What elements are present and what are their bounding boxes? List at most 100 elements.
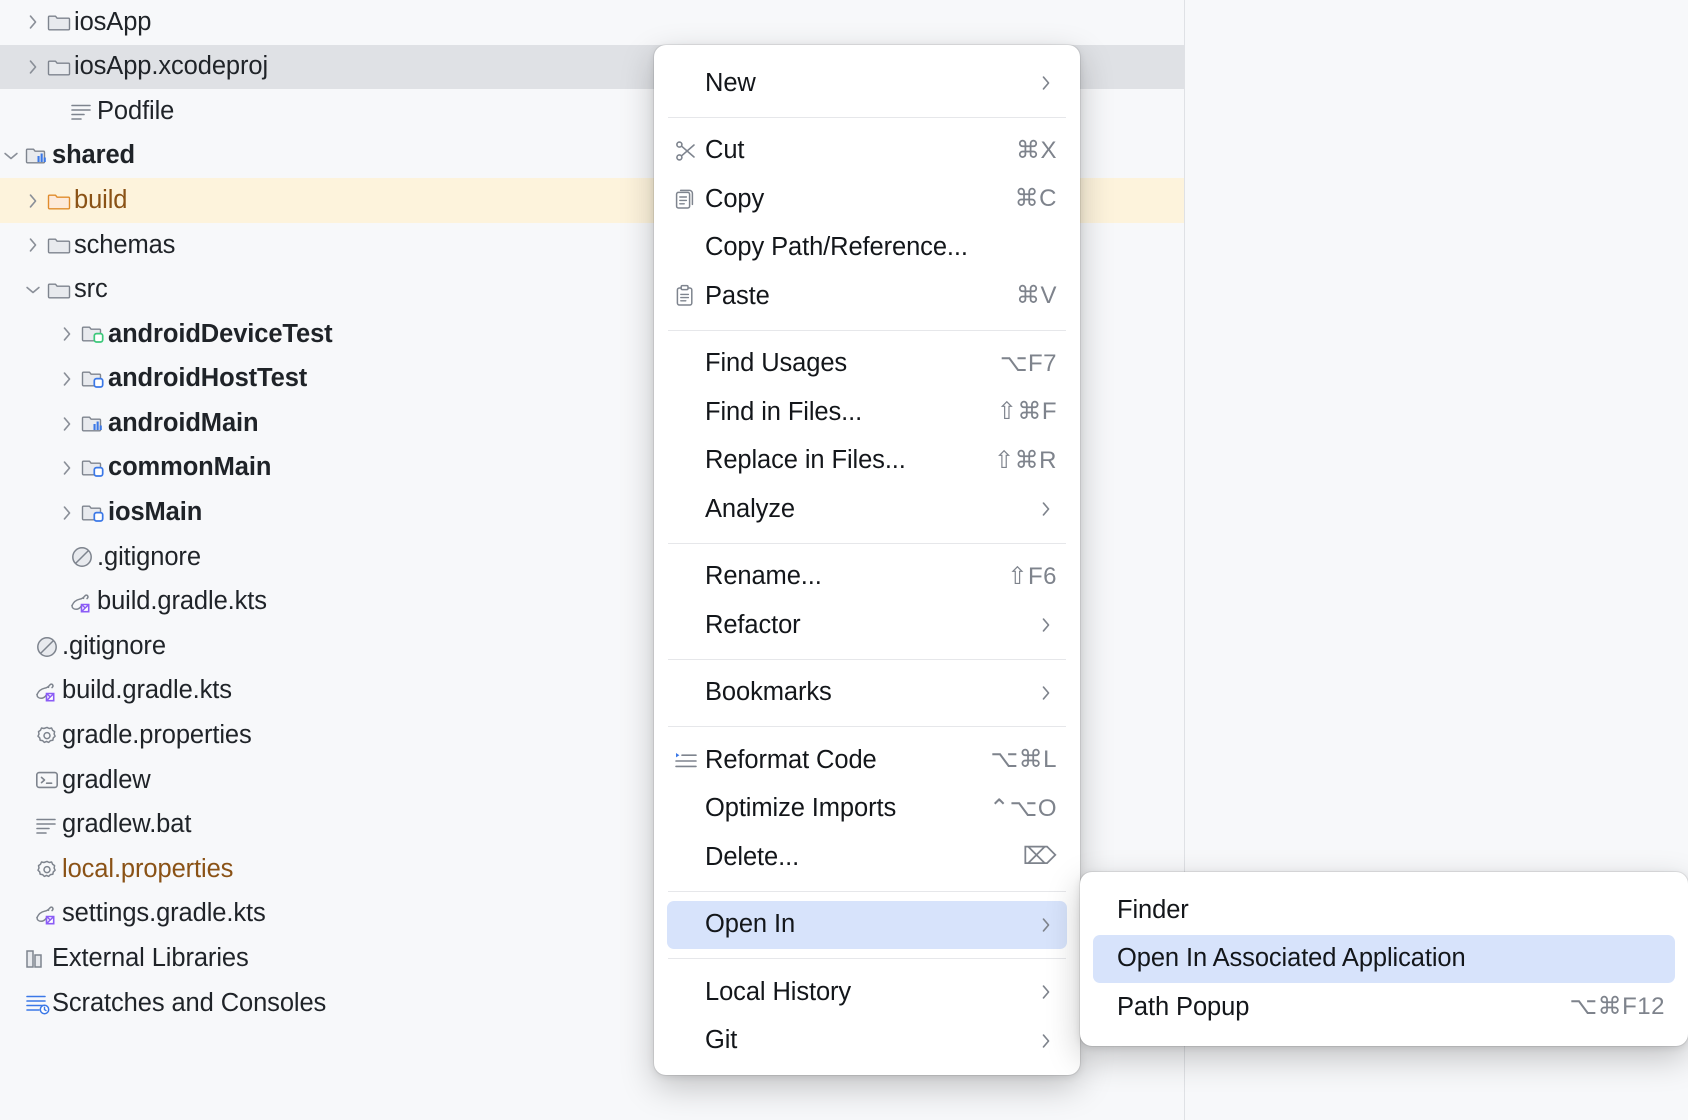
open-in-submenu[interactable]: FinderOpen In Associated ApplicationPath… — [1080, 872, 1688, 1046]
menu-item[interactable]: Optimize Imports⌃⌥O — [667, 785, 1067, 834]
menu-item[interactable]: Open In Associated Application — [1093, 935, 1675, 984]
tree-indent — [0, 557, 45, 558]
menu-item-shortcut: ⌘V — [1016, 284, 1057, 308]
menu-item[interactable]: Find Usages⌥F7 — [667, 340, 1067, 389]
tree-item-label: iosApp — [74, 10, 151, 36]
tree-arrow-placeholder — [45, 100, 67, 122]
tree-item-label: iosMain — [108, 500, 202, 526]
tree-indent — [0, 334, 56, 335]
menu-item-label: Cut — [705, 138, 1016, 164]
tree-arrow-placeholder — [10, 725, 32, 747]
tree-item-label: commonMain — [108, 455, 271, 481]
tree-indent — [0, 111, 45, 112]
menu-separator — [668, 958, 1066, 959]
tree-arrow-placeholder — [10, 636, 32, 658]
gradle-kotlin-icon — [32, 678, 62, 704]
menu-item[interactable]: Analyze — [667, 485, 1067, 534]
menu-item-label: Find in Files... — [705, 400, 997, 426]
tree-item-label: schemas — [74, 233, 175, 259]
chevron-right-icon[interactable] — [22, 11, 44, 33]
chevron-right-icon[interactable] — [56, 368, 78, 390]
chevron-down-icon[interactable] — [22, 279, 44, 301]
menu-item[interactable]: Find in Files...⇧⌘F — [667, 388, 1067, 437]
menu-item-label: Paste — [705, 284, 1016, 310]
module-folder-icon — [22, 143, 52, 169]
menu-item[interactable]: Finder — [1093, 886, 1675, 935]
menu-item[interactable]: Replace in Files...⇧⌘R — [667, 437, 1067, 486]
tree-item-label: build.gradle.kts — [62, 678, 232, 704]
chevron-right-icon[interactable] — [56, 457, 78, 479]
tree-indent — [0, 245, 22, 246]
menu-item[interactable]: Path Popup⌥⌘F12 — [1093, 983, 1675, 1032]
menu-item-label: Bookmarks — [705, 680, 1035, 706]
properties-gear-icon — [32, 723, 62, 749]
menu-item[interactable]: Paste⌘V — [667, 272, 1067, 321]
menu-item[interactable]: Cut⌘X — [667, 127, 1067, 176]
tree-arrow-placeholder — [10, 680, 32, 702]
tree-item-label: build — [74, 188, 127, 214]
menu-icon-placeholder — [667, 912, 705, 938]
tree-indent — [0, 646, 10, 647]
menu-item[interactable]: New — [667, 59, 1067, 108]
menu-item-label: Refactor — [705, 613, 1035, 639]
menu-icon-placeholder — [667, 351, 705, 377]
tree-arrow-placeholder — [45, 546, 67, 568]
menu-item[interactable]: Git — [667, 1017, 1067, 1066]
menu-item[interactable]: Local History — [667, 968, 1067, 1017]
tree-indent — [0, 512, 56, 513]
scissors-icon — [667, 138, 705, 164]
tree-item-label: shared — [52, 143, 135, 169]
tree-row[interactable]: iosApp — [0, 0, 1185, 45]
tree-indent — [0, 22, 22, 23]
tree-item-label: src — [74, 277, 108, 303]
chevron-down-icon[interactable] — [0, 145, 22, 167]
menu-item[interactable]: Copy Path/Reference... — [667, 224, 1067, 273]
tree-arrow-placeholder — [0, 948, 22, 970]
chevron-right-icon[interactable] — [56, 323, 78, 345]
menu-separator — [668, 330, 1066, 331]
menu-item-shortcut: ⌃⌥O — [989, 797, 1057, 821]
menu-icon-placeholder — [667, 796, 705, 822]
tree-indent — [0, 780, 10, 781]
text-file-icon — [67, 98, 97, 124]
chevron-right-icon[interactable] — [22, 234, 44, 256]
menu-item[interactable]: Copy⌘C — [667, 175, 1067, 224]
gitignore-icon — [32, 634, 62, 660]
menu-item[interactable]: Rename...⇧F6 — [667, 553, 1067, 602]
menu-item[interactable]: Delete...⌦ — [667, 833, 1067, 882]
chevron-right-icon[interactable] — [56, 413, 78, 435]
tree-indent — [0, 289, 22, 290]
tree-item-label: settings.gradle.kts — [62, 901, 266, 927]
tree-arrow-placeholder — [10, 814, 32, 836]
tree-indent — [0, 379, 56, 380]
menu-item-shortcut: ⇧⌘R — [994, 449, 1057, 473]
tree-arrow-placeholder — [0, 992, 22, 1014]
menu-item-shortcut: ⌘X — [1016, 139, 1057, 163]
menu-icon-placeholder — [1093, 958, 1117, 959]
menu-icon-placeholder — [667, 235, 705, 261]
tree-indent — [0, 200, 22, 201]
menu-item-shortcut: ⌘C — [1015, 187, 1057, 211]
menu-item[interactable]: Reformat Code⌥⌘L — [667, 736, 1067, 785]
menu-item-label: Reformat Code — [705, 748, 990, 774]
source-root-test-blue-icon — [78, 366, 108, 392]
chevron-right-icon[interactable] — [22, 190, 44, 212]
menu-icon-placeholder — [667, 448, 705, 474]
shell-script-icon — [32, 767, 62, 793]
submenu-arrow-icon — [1035, 914, 1057, 936]
chevron-right-icon[interactable] — [56, 502, 78, 524]
menu-item[interactable]: Refactor — [667, 601, 1067, 650]
submenu-arrow-icon — [1035, 981, 1057, 1003]
chevron-right-icon[interactable] — [22, 56, 44, 78]
tree-indent — [0, 824, 10, 825]
menu-item-shortcut: ⌥F7 — [1000, 352, 1057, 376]
properties-gear-icon — [32, 857, 62, 883]
tree-item-label: gradlew.bat — [62, 812, 191, 838]
menu-item-label: Rename... — [705, 564, 1007, 590]
menu-icon-placeholder — [667, 979, 705, 1005]
menu-item[interactable]: Bookmarks — [667, 669, 1067, 718]
menu-item[interactable]: Open In — [667, 901, 1067, 950]
tree-indent — [0, 66, 22, 67]
menu-icon-placeholder — [667, 680, 705, 706]
context-menu[interactable]: NewCut⌘XCopy⌘CCopy Path/Reference...Past… — [654, 45, 1080, 1075]
